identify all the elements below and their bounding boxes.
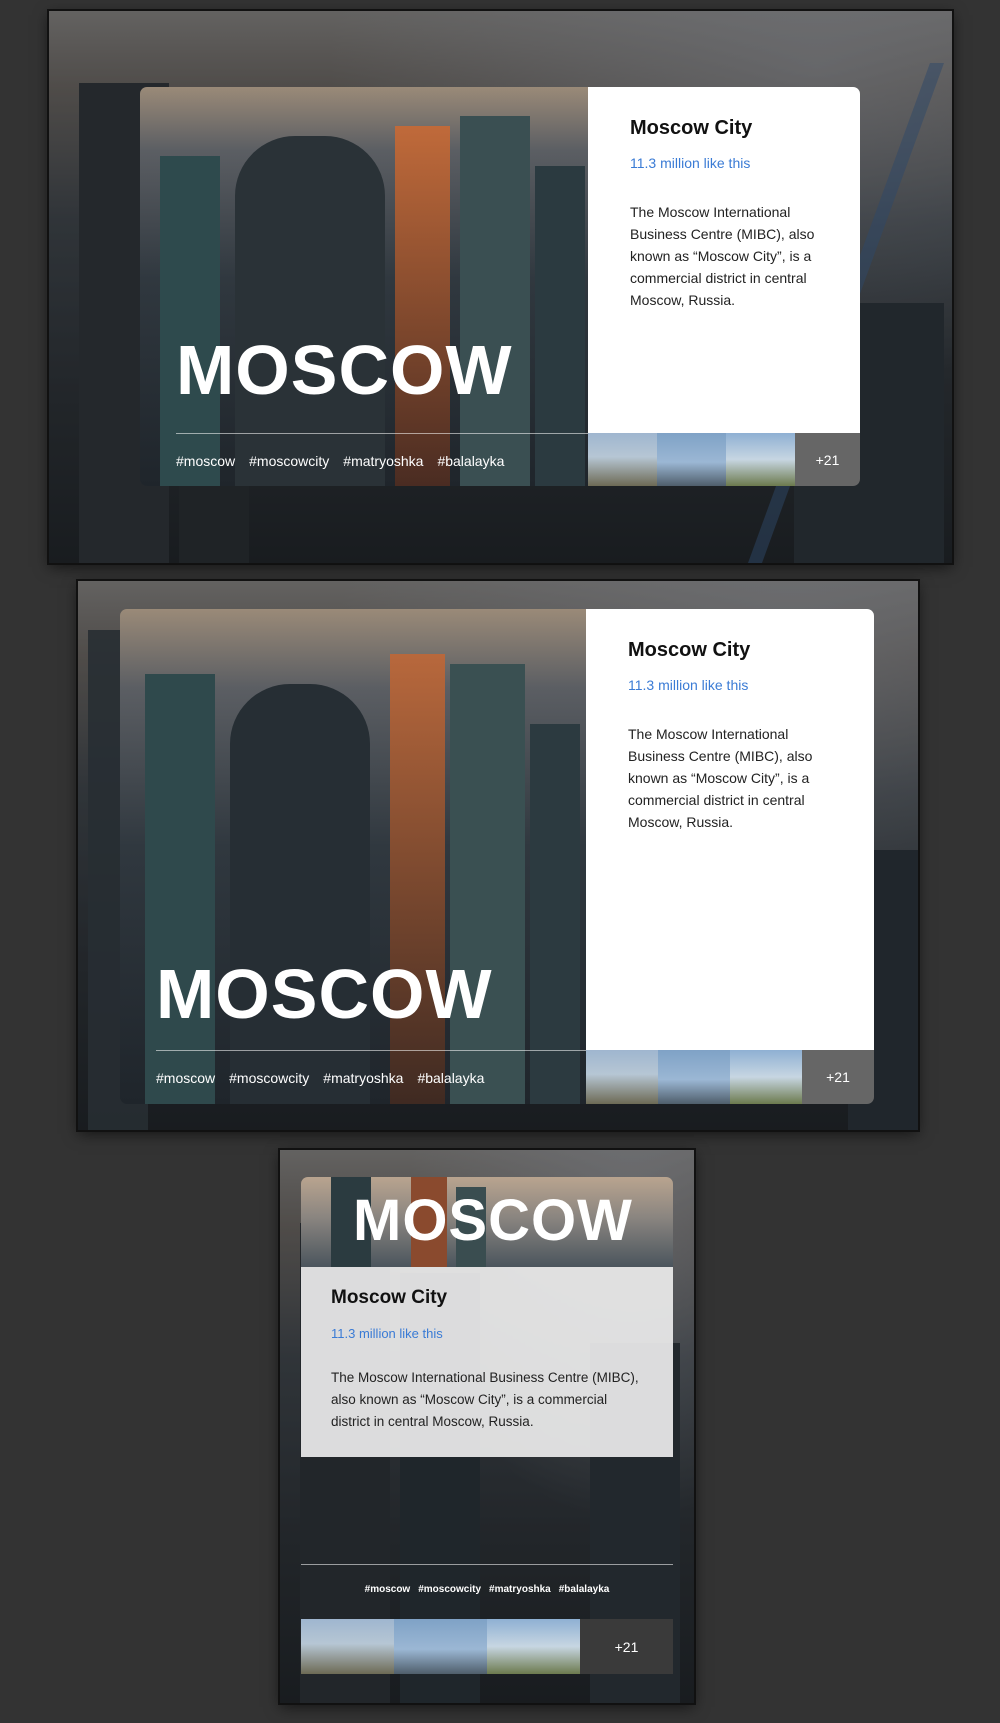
spasskaya-tower-thumbnail[interactable]	[394, 1619, 487, 1674]
hashtag[interactable]: #moscow	[156, 1070, 215, 1086]
hashtag[interactable]: #moscow	[365, 1584, 411, 1595]
desktop-medium-preview: Moscow City 11.3 million like this The M…	[78, 581, 918, 1130]
thumbnail-strip: +21	[586, 1050, 874, 1104]
more-photos-button[interactable]: +21	[580, 1619, 673, 1674]
card-info-panel: Moscow City 11.3 million like this The M…	[588, 87, 860, 433]
hashtag[interactable]: #matryoshka	[323, 1070, 403, 1086]
spasskaya-tower-thumbnail[interactable]	[658, 1050, 730, 1104]
hashtag[interactable]: #moscowcity	[229, 1070, 309, 1086]
moscow-university-thumbnail[interactable]	[487, 1619, 580, 1674]
city-name-heading: MOSCOW	[353, 1188, 633, 1253]
hashtag[interactable]: #moscowcity	[418, 1584, 481, 1595]
basil-cathedral-thumbnail[interactable]	[586, 1050, 658, 1104]
thumbnail-strip: +21	[588, 433, 860, 486]
basil-cathedral-thumbnail[interactable]	[301, 1619, 394, 1674]
hashtag[interactable]: #balalayka	[559, 1584, 610, 1595]
card-title: Moscow City	[331, 1287, 448, 1308]
hashtag[interactable]: #moscowcity	[249, 453, 329, 469]
mobile-preview: MOSCOW Moscow City 11.3 million like thi…	[280, 1150, 694, 1703]
spasskaya-tower-thumbnail[interactable]	[657, 433, 726, 486]
hashtag[interactable]: #matryoshka	[343, 453, 423, 469]
desktop-wide-preview: Moscow City 11.3 million like this The M…	[49, 11, 952, 563]
hashtag[interactable]: #moscow	[176, 453, 235, 469]
hashtag[interactable]: #matryoshka	[489, 1584, 551, 1595]
city-name-heading: MOSCOW	[176, 331, 513, 409]
more-photos-button[interactable]: +21	[795, 433, 860, 486]
card-title: Moscow City	[630, 117, 753, 139]
likes-link[interactable]: 11.3 million like this	[628, 677, 832, 693]
card-title: Moscow City	[628, 639, 751, 661]
card-description: The Moscow International Business Centre…	[630, 204, 815, 308]
card-description: The Moscow International Business Centre…	[628, 726, 813, 830]
place-card: Moscow City 11.3 million like this The M…	[120, 609, 874, 1104]
card-info-panel: Moscow City 11.3 million like this The M…	[586, 609, 874, 1050]
card-description: The Moscow International Business Centre…	[331, 1370, 639, 1429]
moscow-university-thumbnail[interactable]	[726, 433, 795, 486]
tags-divider	[176, 433, 588, 434]
place-card: Moscow City 11.3 million like this The M…	[140, 87, 860, 486]
tags-divider	[156, 1050, 586, 1051]
thumbnail-strip: +21	[301, 1619, 673, 1674]
hashtag[interactable]: #balalayka	[417, 1070, 484, 1086]
hashtag-list: #moscow #moscowcity #matryoshka #balalay…	[280, 1584, 694, 1595]
more-photos-button[interactable]: +21	[802, 1050, 874, 1104]
moscow-university-thumbnail[interactable]	[730, 1050, 802, 1104]
card-photo	[140, 87, 588, 486]
tags-divider	[301, 1564, 673, 1565]
basil-cathedral-thumbnail[interactable]	[588, 433, 657, 486]
likes-link[interactable]: 11.3 million like this	[331, 1326, 643, 1341]
hashtag-list: #moscow #moscowcity #matryoshka #balalay…	[156, 1070, 484, 1086]
likes-link[interactable]: 11.3 million like this	[630, 155, 818, 171]
hashtag[interactable]: #balalayka	[437, 453, 504, 469]
card-info-panel: Moscow City 11.3 million like this The M…	[301, 1267, 673, 1457]
hashtag-list: #moscow #moscowcity #matryoshka #balalay…	[176, 453, 504, 469]
city-name-heading: MOSCOW	[156, 955, 493, 1033]
